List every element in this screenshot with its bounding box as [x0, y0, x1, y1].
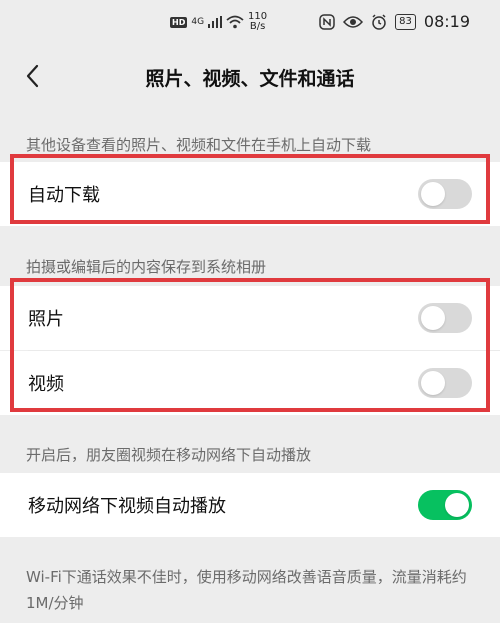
section-header-mobile: 开启后，朋友圈视频在移动网络下自动播放	[26, 446, 312, 464]
page-title: 照片、视频、文件和通话	[145, 67, 355, 90]
photo-label: 照片	[28, 309, 64, 330]
network-type: 4G	[191, 17, 205, 27]
switch-knob	[421, 306, 445, 330]
switch-knob	[445, 493, 469, 517]
cell-mobile-autoplay[interactable]: 移动网络下视频自动播放	[0, 473, 500, 537]
status-right: 83 08:19	[319, 12, 470, 31]
signal-icon	[208, 16, 223, 28]
nfc-icon	[319, 13, 335, 30]
hd-badge: HD	[170, 16, 188, 28]
switch-knob	[421, 182, 445, 206]
section-header-download: 其他设备查看的照片、视频和文件在手机上自动下载	[26, 136, 372, 154]
nav-bar: 照片、视频、文件和通话	[0, 52, 500, 102]
eye-icon	[343, 15, 364, 28]
video-switch[interactable]	[418, 368, 472, 398]
network-speed: 110 B/s	[248, 12, 267, 32]
photo-switch[interactable]	[418, 303, 472, 333]
section-header-save: 拍摄或编辑后的内容保存到系统相册	[26, 258, 267, 276]
auto-download-switch[interactable]	[418, 179, 472, 209]
cell-auto-download[interactable]: 自动下载	[0, 162, 500, 226]
chevron-left-icon	[26, 64, 39, 88]
auto-download-label: 自动下载	[28, 185, 100, 206]
status-left: HD 4G 110 B/s	[170, 12, 267, 32]
speed-unit: B/s	[249, 21, 266, 32]
status-bar: HD 4G 110 B/s 83 08:19	[0, 0, 500, 48]
footer-note: Wi-Fi下通话效果不佳时，使用移动网络改善语音质量，流量消耗约1M/分钟	[26, 568, 467, 612]
battery-icon: 83	[395, 13, 416, 30]
cell-photo[interactable]: 照片	[0, 286, 500, 350]
wifi-icon	[226, 15, 244, 29]
mobile-autoplay-switch[interactable]	[418, 490, 472, 520]
cell-video[interactable]: 视频	[0, 351, 500, 415]
switch-knob	[421, 371, 445, 395]
video-label: 视频	[28, 374, 64, 395]
alarm-icon	[372, 13, 386, 30]
clock: 08:19	[423, 12, 470, 31]
back-button[interactable]	[22, 62, 46, 90]
mobile-autoplay-label: 移动网络下视频自动播放	[28, 496, 226, 517]
